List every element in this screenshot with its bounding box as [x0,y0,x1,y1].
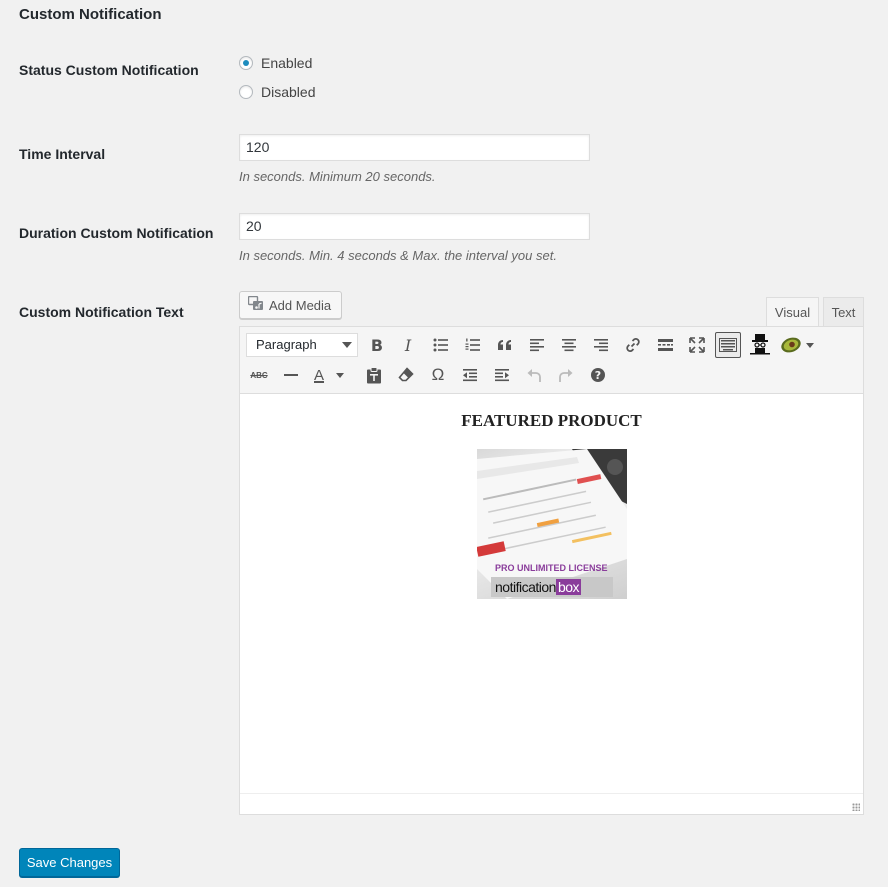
undo-button[interactable] [521,362,547,388]
read-more-icon [657,339,673,351]
radio-enabled-control[interactable] [239,56,253,70]
radio-enabled[interactable]: Enabled [239,55,312,71]
duration-description: In seconds. Min. 4 seconds & Max. the in… [239,248,557,263]
chevron-down-icon [336,372,345,378]
editor-toolbar: Paragraph B I ABC A Ω ? [240,327,863,394]
paste-text-button[interactable] [361,362,387,388]
italic-button[interactable]: I [395,332,421,358]
section-title: Custom Notification [19,6,162,23]
product-image[interactable]: PRO UNLIMITED LICENSE notification box [477,449,627,599]
add-media-icon [247,295,264,314]
bullet-list-button[interactable] [428,332,454,358]
tab-visual[interactable]: Visual [766,297,819,327]
interval-description: In seconds. Minimum 20 seconds. [239,169,436,184]
redo-icon [559,369,573,382]
fullscreen-button[interactable] [684,332,710,358]
add-media-button[interactable]: Add Media [239,291,342,319]
undo-icon [527,369,541,382]
editor-content[interactable]: FEATURED PRODUCT PRO UNLIMITED LICENSE n… [240,393,863,793]
format-select[interactable]: Paragraph [246,333,358,357]
redo-button[interactable] [553,362,579,388]
duration-label: Duration Custom Notification [19,225,214,241]
editor-statusbar [240,793,863,814]
radio-enabled-label: Enabled [261,55,313,71]
save-changes-button[interactable]: Save Changes [19,848,120,877]
image-logo: notification box [491,577,613,597]
image-logo-left: notification [495,579,556,595]
special-character-button[interactable]: Ω [425,362,451,388]
radio-disabled-control[interactable] [239,85,253,99]
quote-icon [498,340,511,350]
align-center-icon [562,339,576,352]
spy-plugin-button[interactable] [747,331,773,357]
text-color-button[interactable]: A [310,362,352,388]
resize-handle[interactable] [852,803,860,811]
clipboard-icon [367,366,381,383]
link-button[interactable] [620,332,646,358]
toolbar-toggle-button[interactable] [715,332,741,358]
horizontal-line-button[interactable] [278,362,304,388]
numbered-list-icon [465,338,480,351]
add-media-label: Add Media [269,297,332,313]
read-more-button[interactable] [652,332,678,358]
align-center-button[interactable] [556,332,582,358]
notification-text-label: Custom Notification Text [19,304,184,320]
chevron-down-icon [806,342,814,348]
align-left-icon [530,339,544,352]
link-icon [626,338,640,352]
avocado-icon [781,337,801,353]
spy-hat-icon [750,334,770,355]
image-caption: PRO UNLIMITED LICENSE [495,563,608,573]
indent-icon [495,369,509,382]
text-color-icon: A [314,366,325,384]
eraser-icon [398,367,414,382]
featured-product-heading: FEATURED PRODUCT [461,411,642,430]
bullet-list-icon [433,338,448,352]
help-button[interactable]: ? [585,362,611,388]
numbered-list-button[interactable] [460,332,486,358]
image-logo-right: box [555,579,582,595]
fullscreen-icon [689,337,705,353]
editor: Paragraph B I ABC A Ω ? FEATURED PRODUCT… [239,326,864,815]
svg-text:?: ? [595,369,601,382]
avocado-plugin-button[interactable] [780,332,820,358]
radio-disabled[interactable]: Disabled [239,84,315,100]
clear-formatting-button[interactable] [393,362,419,388]
outdent-button[interactable] [457,362,483,388]
help-icon: ? [591,368,605,382]
align-left-button[interactable] [524,332,550,358]
duration-input[interactable]: 20 [239,213,590,240]
format-select-value: Paragraph [256,337,317,352]
align-right-icon [594,339,608,352]
keyboard-icon [719,338,737,352]
tab-text[interactable]: Text [823,297,864,326]
chevron-down-icon [342,342,352,348]
align-right-button[interactable] [588,332,614,358]
strikethrough-button[interactable]: ABC [246,362,272,388]
interval-input[interactable]: 120 [239,134,590,161]
interval-label: Time Interval [19,146,106,162]
indent-button[interactable] [489,362,515,388]
radio-disabled-label: Disabled [261,84,316,100]
bold-button[interactable]: B [364,332,390,358]
horizontal-line-icon [284,374,298,376]
status-label: Status Custom Notification [19,62,199,78]
blockquote-button[interactable] [492,332,518,358]
outdent-icon [463,369,477,382]
